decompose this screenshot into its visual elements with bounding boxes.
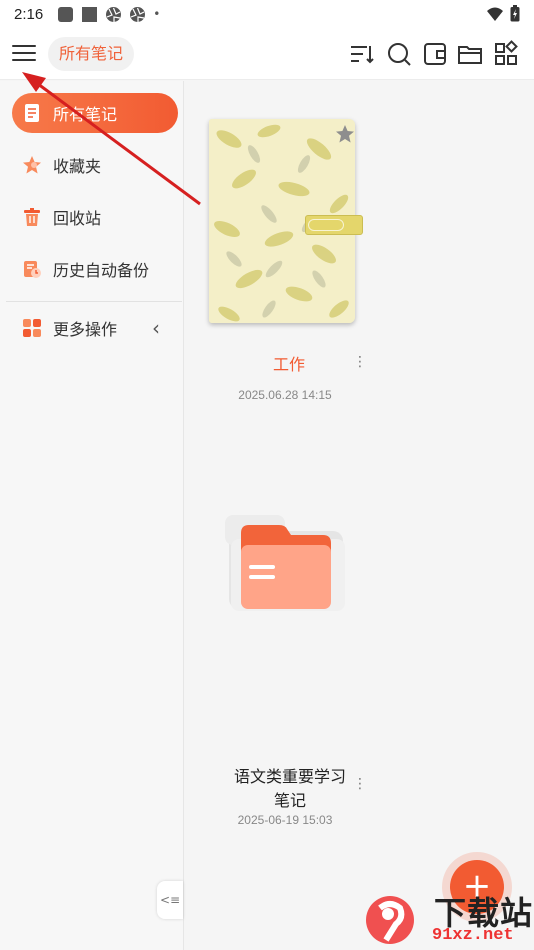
sidebar-item-history-backup[interactable]: 历史自动备份 (12, 249, 178, 289)
page-title-chip[interactable]: 所有笔记 (48, 37, 135, 71)
status-bar: 2:16 • (0, 0, 534, 28)
battery-icon (510, 5, 520, 22)
notification-app-icon (58, 6, 74, 22)
sidebar-item-label: 回收站 (53, 209, 102, 228)
wifi-icon (487, 7, 503, 21)
star-favorite-icon[interactable] (335, 124, 355, 144)
menu-line-icon (12, 45, 36, 47)
star-icon (23, 156, 41, 174)
status-time: 2:16 (14, 5, 44, 23)
trash-icon (24, 208, 40, 226)
notification-aperture-icon (106, 6, 122, 22)
sidebar-collapse-handle[interactable]: <≡ (157, 881, 183, 919)
note-card-notebook[interactable]: 工作 ⋮ 2025.06.28 14:15 (185, 81, 385, 411)
more-actions-grid-icon (23, 319, 41, 337)
sidebar-item-favorites[interactable]: 收藏夹 (12, 145, 178, 185)
notes-icon (25, 104, 39, 122)
folder-icon[interactable] (456, 40, 484, 68)
watermark-url: 91xz.net (432, 926, 514, 945)
sidebar: 所有笔记 收藏夹 回收站 历史自动备份 更多操作 ‹ <≡ (0, 81, 184, 950)
notes-grid: 工作 ⋮ 2025.06.28 14:15 语文类重要学习 笔记 ⋮ 2025-… (185, 81, 534, 950)
notification-square-icon (82, 6, 98, 22)
menu-line-icon (12, 52, 36, 54)
chevron-left-icon: ‹ (152, 316, 160, 340)
backup-icon (24, 261, 41, 278)
notebook-view-icon[interactable] (421, 40, 449, 68)
notebook-clasp-slot (308, 219, 344, 231)
note-title: 工作 (272, 355, 305, 374)
grid-apps-icon[interactable] (492, 40, 520, 68)
sidebar-item-trash[interactable]: 回收站 (12, 197, 178, 237)
note-title-line2: 笔记 (273, 791, 306, 810)
note-card-folder[interactable]: 语文类重要学习 笔记 ⋮ 2025-06-19 15:03 (185, 501, 385, 827)
search-icon[interactable] (385, 40, 413, 68)
sidebar-item-label: 更多操作 (53, 320, 118, 339)
folder-large-icon (225, 515, 345, 611)
sidebar-item-label: 历史自动备份 (53, 261, 150, 280)
more-options-icon[interactable]: ⋮ (353, 774, 367, 794)
sidebar-item-label: 所有笔记 (53, 105, 118, 124)
menu-line-icon (12, 59, 36, 61)
note-date: 2025.06.28 14:15 (238, 388, 332, 402)
more-options-icon[interactable]: ⋮ (353, 352, 367, 372)
sidebar-divider (6, 301, 182, 302)
notification-dot: • (153, 7, 161, 21)
note-title-line1: 语文类重要学习 (233, 767, 346, 786)
notification-aperture-icon-2 (130, 6, 146, 22)
sidebar-item-all-notes[interactable]: 所有笔记 (12, 93, 178, 133)
menu-button[interactable] (10, 40, 38, 66)
app-bar: 所有笔记 (0, 28, 534, 80)
sidebar-item-more-actions[interactable]: 更多操作 ‹ (12, 308, 178, 348)
sidebar-item-label: 收藏夹 (53, 157, 102, 176)
note-date: 2025-06-19 15:03 (237, 813, 333, 827)
sort-icon[interactable] (348, 40, 376, 68)
